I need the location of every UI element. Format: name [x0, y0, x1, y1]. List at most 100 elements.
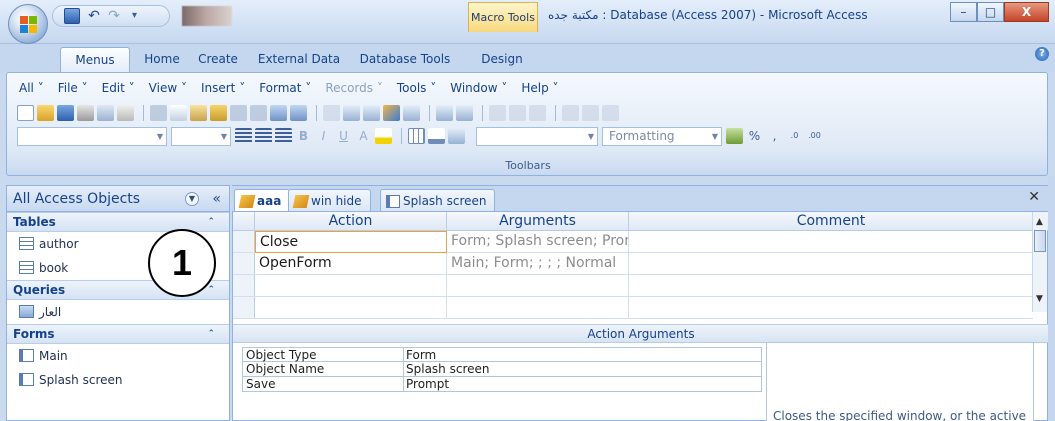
- gridlines-icon[interactable]: [408, 128, 425, 144]
- font-color-icon[interactable]: A: [355, 128, 372, 144]
- minimize-button[interactable]: –: [950, 2, 977, 22]
- menu-help[interactable]: Help ˅: [521, 81, 558, 97]
- cut-icon[interactable]: [150, 105, 167, 121]
- menu-file[interactable]: File ˅: [58, 81, 88, 97]
- line-color-icon[interactable]: [428, 128, 445, 144]
- object-combo[interactable]: ▼: [476, 126, 598, 146]
- filter-by-form-icon[interactable]: [509, 105, 526, 121]
- comment-cell[interactable]: [629, 231, 1033, 253]
- menu-format[interactable]: Format ˅: [259, 81, 311, 97]
- argument-row[interactable]: Save Prompt: [242, 377, 762, 392]
- nav-pane-header[interactable]: All Access Objects ▼ «: [7, 186, 229, 212]
- office-links-icon[interactable]: [383, 105, 400, 121]
- delete-record-icon[interactable]: [602, 105, 619, 121]
- special-effect-icon[interactable]: [448, 128, 465, 144]
- menu-all[interactable]: All ˅: [19, 81, 44, 97]
- vertical-scrollbar[interactable]: ▲ ▼: [1032, 212, 1047, 312]
- close-button[interactable]: X: [1004, 2, 1049, 22]
- print-icon[interactable]: [77, 105, 94, 121]
- redo-icon[interactable]: [250, 105, 267, 121]
- align-center-icon[interactable]: [255, 128, 272, 144]
- align-left-icon[interactable]: [235, 128, 252, 144]
- undo-icon[interactable]: ↶: [86, 8, 102, 24]
- view-icon[interactable]: [270, 105, 287, 121]
- action-cell[interactable]: [255, 275, 447, 297]
- menu-records[interactable]: Records ˅: [325, 81, 383, 97]
- new-icon[interactable]: [17, 105, 34, 121]
- properties-icon[interactable]: [343, 105, 360, 121]
- database-window-icon[interactable]: [363, 105, 380, 121]
- toggle-filter-icon[interactable]: [529, 105, 546, 121]
- action-cell[interactable]: OpenForm: [255, 253, 447, 275]
- doc-tab-win-hide[interactable]: win hide: [288, 189, 371, 212]
- customize-qat-icon[interactable]: ▾: [132, 8, 148, 24]
- select-all-corner[interactable]: [233, 212, 255, 231]
- nav-group-forms[interactable]: Forms ⌃: [7, 324, 229, 344]
- scroll-thumb[interactable]: [1034, 230, 1046, 252]
- action-cell[interactable]: [255, 297, 447, 319]
- save-icon[interactable]: [64, 8, 80, 24]
- percent-icon[interactable]: %: [746, 128, 763, 144]
- maximize-button[interactable]: □: [977, 2, 1004, 22]
- undo-icon[interactable]: [230, 105, 247, 121]
- align-right-icon[interactable]: [275, 128, 292, 144]
- tab-create[interactable]: Create: [192, 47, 244, 72]
- nav-item-query[interactable]: العار: [7, 300, 229, 324]
- copy-icon[interactable]: [170, 105, 187, 121]
- scroll-up-icon[interactable]: ▲: [1036, 217, 1043, 227]
- argument-row[interactable]: Object Type Form: [242, 347, 762, 362]
- underline-icon[interactable]: U: [335, 128, 352, 144]
- argument-row[interactable]: Object Name Splash screen: [242, 362, 762, 377]
- collapse-pane-icon[interactable]: «: [212, 186, 221, 212]
- close-icon[interactable]: ✕: [1028, 189, 1040, 205]
- nav-group-tables[interactable]: Tables ⌃: [7, 212, 229, 232]
- menu-insert[interactable]: Insert ˅: [201, 81, 245, 97]
- fill-color-icon[interactable]: [375, 128, 392, 144]
- menu-view[interactable]: View ˅: [149, 81, 187, 97]
- find-icon[interactable]: [562, 105, 579, 121]
- italic-icon[interactable]: I: [315, 128, 332, 144]
- doc-tab-splash-screen[interactable]: Splash screen: [380, 189, 496, 212]
- new-object-icon[interactable]: [290, 105, 307, 121]
- format-painter-icon[interactable]: [210, 105, 227, 121]
- nav-item-main[interactable]: Main: [7, 344, 229, 368]
- argument-value[interactable]: Prompt: [406, 377, 449, 391]
- style-combo[interactable]: Formatting ▼: [602, 126, 722, 146]
- argument-value[interactable]: Form: [406, 348, 436, 362]
- new-record-icon[interactable]: [582, 105, 599, 121]
- sort-ascending-icon[interactable]: [436, 105, 453, 121]
- tab-menus[interactable]: Menus: [60, 47, 130, 72]
- action-cell[interactable]: Close▼: [255, 231, 447, 253]
- currency-icon[interactable]: [726, 128, 743, 144]
- argument-value[interactable]: Splash screen: [406, 362, 489, 376]
- comment-cell[interactable]: [629, 253, 1033, 275]
- spelling-icon[interactable]: [117, 105, 134, 121]
- menu-tools[interactable]: Tools ˅: [397, 81, 436, 97]
- relationships-icon[interactable]: [323, 105, 340, 121]
- comma-style-icon[interactable]: ,: [766, 128, 783, 144]
- redo-icon[interactable]: ↷: [106, 8, 122, 24]
- tab-external-data[interactable]: External Data: [250, 47, 348, 72]
- tab-design[interactable]: Design: [466, 47, 538, 72]
- decrease-decimals-icon[interactable]: .00: [806, 128, 823, 144]
- tab-database-tools[interactable]: Database Tools: [352, 47, 458, 72]
- comment-cell[interactable]: [629, 297, 1033, 319]
- chevron-down-icon[interactable]: ▼: [185, 192, 199, 206]
- sort-descending-icon[interactable]: [456, 105, 473, 121]
- save-icon[interactable]: [57, 105, 74, 121]
- print-preview-icon[interactable]: [97, 105, 114, 121]
- bold-icon[interactable]: B: [295, 128, 312, 144]
- font-size-combo[interactable]: ▼: [171, 126, 231, 146]
- menu-window[interactable]: Window ˅: [450, 81, 507, 97]
- help-icon[interactable]: ?: [1035, 47, 1049, 61]
- font-combo[interactable]: ▼: [17, 126, 167, 146]
- nav-item-splash-screen[interactable]: Splash screen: [7, 368, 229, 392]
- analyze-icon[interactable]: [403, 105, 420, 121]
- open-icon[interactable]: [37, 105, 54, 121]
- increase-decimals-icon[interactable]: .0: [786, 128, 803, 144]
- office-button[interactable]: [8, 4, 48, 44]
- doc-tab-aaa[interactable]: aaa: [234, 189, 291, 212]
- tab-home[interactable]: Home: [136, 47, 188, 72]
- filter-by-selection-icon[interactable]: [489, 105, 506, 121]
- comment-cell[interactable]: [629, 275, 1033, 297]
